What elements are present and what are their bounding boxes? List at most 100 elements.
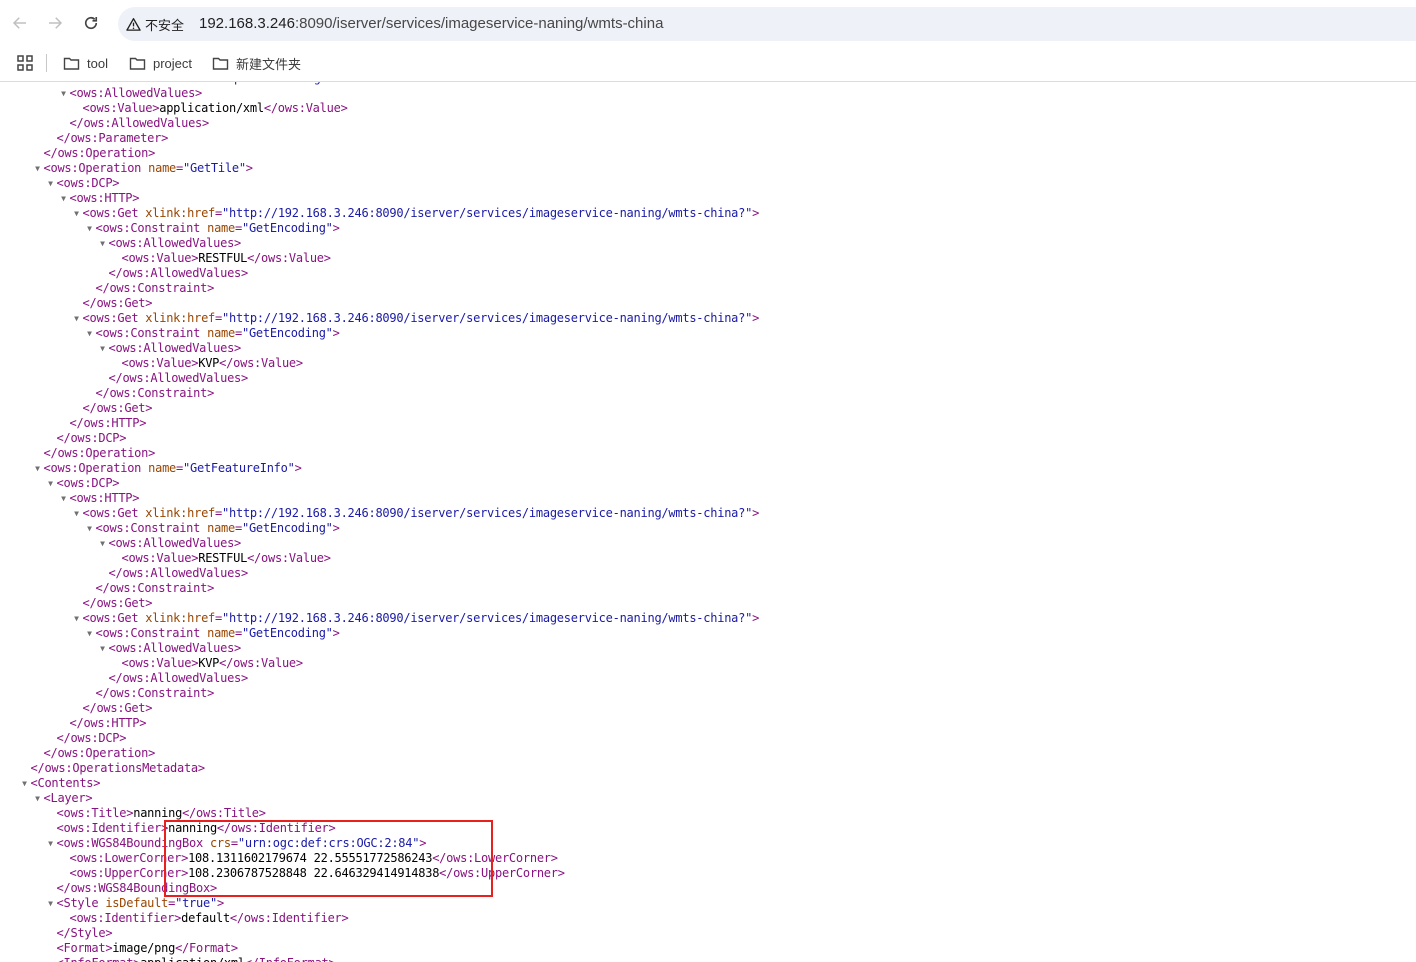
folder-icon <box>212 57 229 70</box>
collapse-toggle-icon[interactable]: ▼ <box>46 836 56 851</box>
collapse-toggle-icon[interactable]: ▼ <box>72 206 82 221</box>
xml-tag: <ows:Value> <box>121 656 199 670</box>
bookmark-label: 新建文件夹 <box>236 56 302 72</box>
xml-tag: > <box>332 326 340 340</box>
xml-line: </ows:Get> <box>83 401 153 416</box>
xml-tag: <Format> <box>56 941 113 955</box>
url-text[interactable]: 192.168.3.246:8090/iserver/services/imag… <box>199 15 663 32</box>
xml-tag: </ows:AllowedValues> <box>108 671 249 685</box>
security-indicator[interactable]: 不安全 <box>126 13 184 35</box>
address-bar[interactable]: 不安全 192.168.3.246:8090/iserver/services/… <box>118 7 1416 41</box>
xml-line: <Format>image/png</Format> <box>56 941 239 956</box>
xml-line: <ows:Value>RESTFUL</ows:Value> <box>122 551 332 566</box>
collapse-toggle-icon[interactable]: ▼ <box>72 311 82 326</box>
collapse-toggle-icon[interactable]: ▼ <box>46 896 56 911</box>
xml-line: <ows:Operation name="GetTile"> <box>44 161 254 176</box>
bookmark-folder-new[interactable]: 新建文件夹 <box>212 53 301 73</box>
collapse-toggle-icon[interactable]: ▼ <box>72 611 82 626</box>
xml-tag: <ows:Constraint <box>95 221 208 235</box>
xml-tag: </ows:Constraint> <box>95 281 215 295</box>
forward-arrow-icon[interactable] <box>43 11 67 35</box>
collapse-toggle-icon[interactable]: ▼ <box>46 476 56 491</box>
apps-grid-icon[interactable] <box>16 54 34 72</box>
xml-tag: </ows:HTTP> <box>69 716 147 730</box>
xml-tag: <ows:Get <box>82 206 146 220</box>
collapse-toggle-icon[interactable]: ▼ <box>98 341 108 356</box>
xml-tag: <InfoFormat> <box>57 956 141 962</box>
xml-tag: </ows:Get> <box>82 596 153 610</box>
collapse-toggle-icon[interactable]: ▼ <box>85 626 95 641</box>
xml-line: </ows:HTTP> <box>70 416 147 431</box>
xml-attr-value: "GetEncoding" <box>241 221 333 235</box>
xml-line: <ows:AllowedValues> <box>70 86 203 101</box>
collapse-toggle-icon[interactable]: ▼ <box>85 521 95 536</box>
folder-icon <box>129 57 146 70</box>
xml-attr-name: name <box>207 521 235 535</box>
xml-tag: <ows:Operation <box>43 461 149 475</box>
collapse-toggle-icon[interactable]: ▼ <box>85 326 95 341</box>
xml-tag: <ows:Value> <box>82 101 160 115</box>
collapse-toggle-icon[interactable]: ▼ <box>98 236 108 251</box>
xml-tag: <ows:HTTP> <box>69 191 140 205</box>
collapse-toggle-icon[interactable]: ▼ <box>59 86 69 101</box>
xml-attr-value: "true" <box>175 896 217 910</box>
xml-attr-value: "GetEncoding" <box>241 626 333 640</box>
xml-tag: </Style> <box>56 926 113 940</box>
collapse-toggle-icon[interactable]: ▼ <box>33 791 43 806</box>
bookmarks-divider <box>46 54 47 72</box>
xml-attr-name: xlink:href <box>145 311 216 325</box>
xml-tag: </ows:Constraint> <box>95 386 215 400</box>
bookmark-folder-tool[interactable]: tool <box>63 53 108 73</box>
xml-tag: <ows:DCP> <box>56 476 120 490</box>
xml-tag: </ows:Value> <box>263 101 348 115</box>
xml-line: </ows:AllowedValues> <box>109 671 249 686</box>
xml-line: <ows:Get xlink:href="http://192.168.3.24… <box>83 506 760 521</box>
xml-tag: = <box>176 461 184 475</box>
xml-line: </ows:AllowedValues> <box>109 371 249 386</box>
xml-attr-name: name <box>207 626 235 640</box>
xml-text: KVP <box>198 656 220 670</box>
xml-tag: > <box>752 206 760 220</box>
xml-tag: <ows:AllowedValues> <box>108 341 242 355</box>
collapse-toggle-icon[interactable]: ▼ <box>33 161 43 176</box>
xml-attr-value: "GetEncoding" <box>241 326 333 340</box>
xml-tag: <ows:AllowedValues> <box>108 641 242 655</box>
xml-tag: <Contents> <box>30 776 101 790</box>
collapse-toggle-icon[interactable]: ▼ <box>20 776 30 791</box>
bookmark-folder-project[interactable]: project <box>129 53 192 73</box>
url-path: :8090/iserver/services/imageservice-nani… <box>294 15 664 32</box>
xml-tag: > <box>332 626 340 640</box>
collapse-toggle-icon[interactable]: ▼ <box>72 506 82 521</box>
xml-line: <ows:DCP> <box>57 476 120 491</box>
xml-line: <InfoFormat>application/xml</InfoFormat> <box>57 956 336 962</box>
xml-line: <ows:Value>KVP</ows:Value> <box>121 656 304 671</box>
xml-attr-value: "http://192.168.3.246:8090/iserver/servi… <box>222 506 753 520</box>
xml-tag: = <box>176 161 184 175</box>
xml-text: RESTFUL <box>198 251 248 265</box>
xml-line: <ows:AllowedValues> <box>109 536 242 551</box>
xml-tag: <ows:DCP> <box>56 176 120 190</box>
collapse-toggle-icon[interactable]: ▼ <box>98 536 108 551</box>
xml-attr-name: name <box>148 161 177 175</box>
collapse-toggle-icon[interactable]: ▼ <box>59 491 69 506</box>
xml-tag: <ows:Get <box>82 611 146 625</box>
xml-line: </ows:Get> <box>83 596 153 611</box>
warning-triangle-icon <box>126 17 141 31</box>
xml-tag: <Layer> <box>43 791 93 805</box>
xml-line: <ows:AllowedValues> <box>109 236 242 251</box>
xml-line: </ows:AllowedValues> <box>70 116 210 131</box>
xml-tag: <ows:Constraint <box>95 626 208 640</box>
xml-attr-value: "http://192.168.3.246:8090/iserver/servi… <box>222 611 753 625</box>
collapse-toggle-icon[interactable]: ▼ <box>33 461 43 476</box>
xml-line: <ows:AllowedValues> <box>109 341 242 356</box>
xml-tag: </ows:Value> <box>219 656 303 670</box>
xml-line: </ows:Operation> <box>44 446 156 461</box>
collapse-toggle-icon[interactable]: ▼ <box>59 191 69 206</box>
back-arrow-icon[interactable] <box>8 11 32 35</box>
collapse-toggle-icon[interactable]: ▼ <box>85 221 95 236</box>
xml-line: </ows:Constraint> <box>96 386 215 401</box>
xml-tag: </ows:AllowedValues> <box>108 371 249 385</box>
collapse-toggle-icon[interactable]: ▼ <box>46 176 56 191</box>
collapse-toggle-icon[interactable]: ▼ <box>98 641 108 656</box>
reload-icon[interactable] <box>79 11 103 35</box>
